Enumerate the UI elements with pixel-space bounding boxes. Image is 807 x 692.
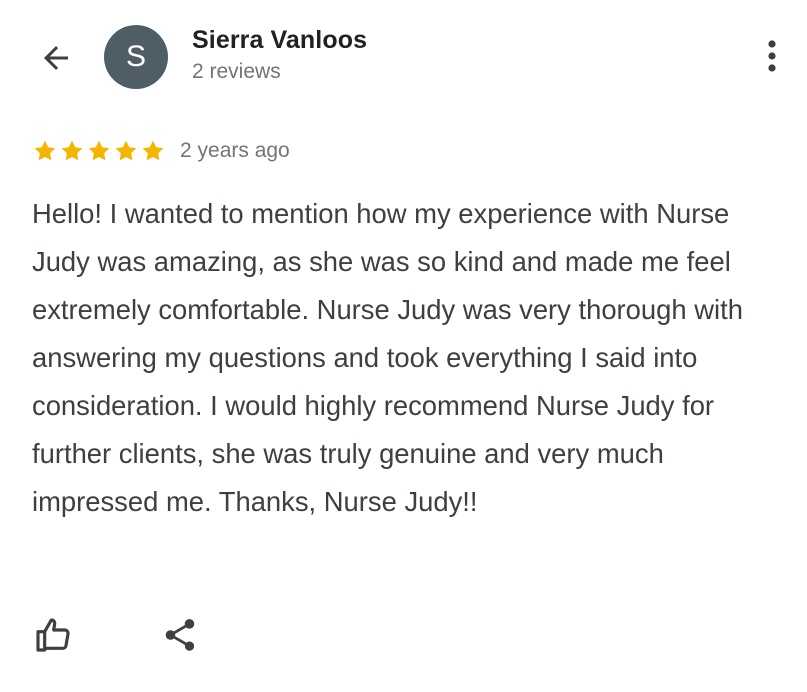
rating-row: 2 years ago — [32, 135, 290, 167]
star-icon — [88, 140, 110, 161]
avatar[interactable]: S — [104, 25, 168, 89]
avatar-initial: S — [125, 40, 146, 73]
arrow-left-icon — [44, 46, 68, 70]
review-time: 2 years ago — [180, 139, 290, 162]
thumbs-up-icon — [36, 618, 70, 652]
like-button[interactable] — [28, 610, 78, 660]
star-icon — [34, 140, 56, 161]
reviewer-name[interactable]: Sierra Vanloos — [192, 26, 367, 55]
share-button[interactable] — [155, 610, 205, 660]
more-options-button[interactable] — [752, 34, 792, 78]
star-icon — [142, 140, 164, 161]
back-button[interactable] — [34, 36, 78, 80]
more-vertical-icon — [768, 40, 776, 72]
share-icon — [165, 619, 195, 651]
review-count: 2 reviews — [192, 60, 281, 83]
star-icon — [115, 140, 137, 161]
star-icon — [61, 140, 83, 161]
reviewer-header: S Sierra Vanloos 2 reviews — [0, 0, 807, 110]
review-text: Hello! I wanted to mention how my experi… — [32, 198, 743, 517]
star-rating — [32, 138, 166, 164]
